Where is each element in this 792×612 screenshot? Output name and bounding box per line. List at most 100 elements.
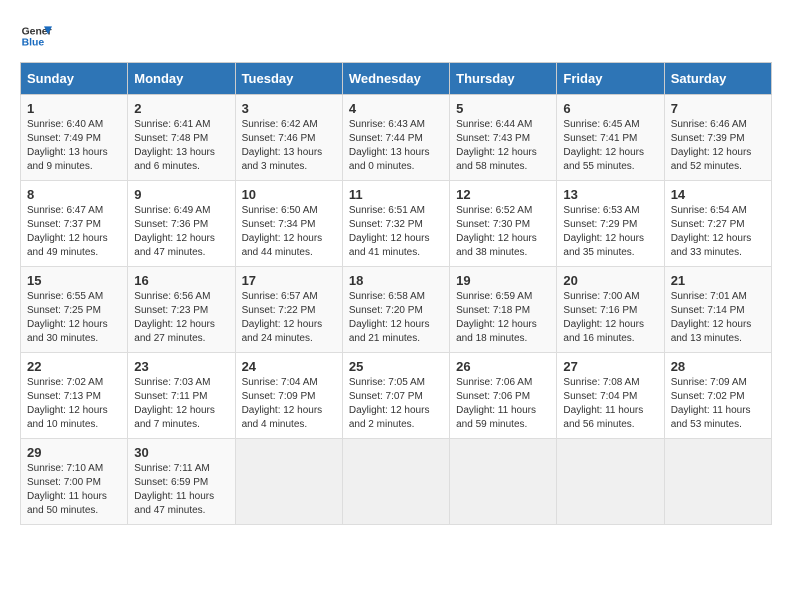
day-info: Sunrise: 6:59 AMSunset: 7:18 PMDaylight:… <box>456 290 550 346</box>
calendar-cell: 19 Sunrise: 6:59 AMSunset: 7:18 PMDayligh… <box>450 267 557 353</box>
day-number: 1 <box>27 101 121 116</box>
calendar-cell: 24 Sunrise: 7:04 AMSunset: 7:09 PMDayligh… <box>235 353 342 439</box>
logo-icon: General Blue <box>20 20 52 52</box>
day-info: Sunrise: 6:56 AMSunset: 7:23 PMDaylight:… <box>134 290 228 346</box>
day-info: Sunrise: 7:03 AMSunset: 7:11 PMDaylight:… <box>134 376 228 432</box>
calendar-cell: 15 Sunrise: 6:55 AMSunset: 7:25 PMDayligh… <box>21 267 128 353</box>
day-info: Sunrise: 6:40 AMSunset: 7:49 PMDaylight:… <box>27 118 121 174</box>
day-info: Sunrise: 6:41 AMSunset: 7:48 PMDaylight:… <box>134 118 228 174</box>
calendar-cell: 12 Sunrise: 6:52 AMSunset: 7:30 PMDayligh… <box>450 181 557 267</box>
day-number: 25 <box>349 359 443 374</box>
day-info: Sunrise: 7:00 AMSunset: 7:16 PMDaylight:… <box>563 290 657 346</box>
day-number: 9 <box>134 187 228 202</box>
calendar-cell: 4 Sunrise: 6:43 AMSunset: 7:44 PMDaylight… <box>342 95 449 181</box>
day-info: Sunrise: 6:47 AMSunset: 7:37 PMDaylight:… <box>27 204 121 260</box>
calendar-cell: 18 Sunrise: 6:58 AMSunset: 7:20 PMDayligh… <box>342 267 449 353</box>
calendar-cell <box>557 439 664 525</box>
day-number: 19 <box>456 273 550 288</box>
day-number: 20 <box>563 273 657 288</box>
day-number: 21 <box>671 273 765 288</box>
calendar-cell: 2 Sunrise: 6:41 AMSunset: 7:48 PMDaylight… <box>128 95 235 181</box>
calendar-cell: 16 Sunrise: 6:56 AMSunset: 7:23 PMDayligh… <box>128 267 235 353</box>
calendar-cell: 17 Sunrise: 6:57 AMSunset: 7:22 PMDayligh… <box>235 267 342 353</box>
calendar-cell <box>342 439 449 525</box>
calendar-cell: 26Sunrise: 7:06 AMSunset: 7:06 PMDayligh… <box>450 353 557 439</box>
day-number: 3 <box>242 101 336 116</box>
week-row-1: 1 Sunrise: 6:40 AMSunset: 7:49 PMDaylight… <box>21 95 772 181</box>
day-info: Sunrise: 6:55 AMSunset: 7:25 PMDaylight:… <box>27 290 121 346</box>
header-day-monday: Monday <box>128 63 235 95</box>
day-number: 28 <box>671 359 765 374</box>
calendar-cell <box>450 439 557 525</box>
calendar-cell: 25Sunrise: 7:05 AMSunset: 7:07 PMDayligh… <box>342 353 449 439</box>
calendar-cell: 23 Sunrise: 7:03 AMSunset: 7:11 PMDayligh… <box>128 353 235 439</box>
header-day-sunday: Sunday <box>21 63 128 95</box>
day-number: 15 <box>27 273 121 288</box>
day-info: Sunrise: 6:43 AMSunset: 7:44 PMDaylight:… <box>349 118 443 174</box>
day-number: 27 <box>563 359 657 374</box>
day-number: 18 <box>349 273 443 288</box>
calendar-cell: 28 Sunrise: 7:09 AMSunset: 7:02 PMDayligh… <box>664 353 771 439</box>
day-number: 23 <box>134 359 228 374</box>
header-day-wednesday: Wednesday <box>342 63 449 95</box>
day-number: 4 <box>349 101 443 116</box>
day-number: 30 <box>134 445 228 460</box>
day-number: 29 <box>27 445 121 460</box>
day-info: Sunrise: 6:54 AMSunset: 7:27 PMDaylight:… <box>671 204 765 260</box>
day-info: Sunrise: 6:53 AMSunset: 7:29 PMDaylight:… <box>563 204 657 260</box>
day-number: 7 <box>671 101 765 116</box>
day-info: Sunrise: 6:49 AMSunset: 7:36 PMDaylight:… <box>134 204 228 260</box>
calendar-cell: 8Sunrise: 6:47 AMSunset: 7:37 PMDaylight… <box>21 181 128 267</box>
calendar-cell: 13Sunrise: 6:53 AMSunset: 7:29 PMDayligh… <box>557 181 664 267</box>
day-number: 5 <box>456 101 550 116</box>
day-number: 26 <box>456 359 550 374</box>
calendar-cell: 29 Sunrise: 7:10 AMSunset: 7:00 PMDayligh… <box>21 439 128 525</box>
week-row-4: 22Sunrise: 7:02 AMSunset: 7:13 PMDayligh… <box>21 353 772 439</box>
calendar-cell: 6 Sunrise: 6:45 AMSunset: 7:41 PMDaylight… <box>557 95 664 181</box>
calendar-cell <box>664 439 771 525</box>
day-info: Sunrise: 7:11 AMSunset: 6:59 PMDaylight:… <box>134 462 228 518</box>
header-day-saturday: Saturday <box>664 63 771 95</box>
day-number: 24 <box>242 359 336 374</box>
calendar-cell <box>235 439 342 525</box>
day-info: Sunrise: 6:50 AMSunset: 7:34 PMDaylight:… <box>242 204 336 260</box>
day-info: Sunrise: 7:01 AMSunset: 7:14 PMDaylight:… <box>671 290 765 346</box>
day-number: 6 <box>563 101 657 116</box>
day-info: Sunrise: 6:51 AMSunset: 7:32 PMDaylight:… <box>349 204 443 260</box>
logo: General Blue <box>20 20 52 52</box>
page-header: General Blue <box>20 20 772 52</box>
day-info: Sunrise: 6:58 AMSunset: 7:20 PMDaylight:… <box>349 290 443 346</box>
week-row-5: 29 Sunrise: 7:10 AMSunset: 7:00 PMDayligh… <box>21 439 772 525</box>
day-number: 12 <box>456 187 550 202</box>
day-info: Sunrise: 6:52 AMSunset: 7:30 PMDaylight:… <box>456 204 550 260</box>
day-info: Sunrise: 6:44 AMSunset: 7:43 PMDaylight:… <box>456 118 550 174</box>
day-number: 14 <box>671 187 765 202</box>
day-info: Sunrise: 6:45 AMSunset: 7:41 PMDaylight:… <box>563 118 657 174</box>
day-info: Sunrise: 7:04 AMSunset: 7:09 PMDaylight:… <box>242 376 336 432</box>
day-info: Sunrise: 7:09 AMSunset: 7:02 PMDaylight:… <box>671 376 765 432</box>
day-number: 17 <box>242 273 336 288</box>
calendar-cell: 9 Sunrise: 6:49 AMSunset: 7:36 PMDaylight… <box>128 181 235 267</box>
calendar-cell: 14 Sunrise: 6:54 AMSunset: 7:27 PMDayligh… <box>664 181 771 267</box>
svg-text:Blue: Blue <box>22 38 45 49</box>
day-info: Sunrise: 7:10 AMSunset: 7:00 PMDaylight:… <box>27 462 121 518</box>
calendar-cell: 11Sunrise: 6:51 AMSunset: 7:32 PMDayligh… <box>342 181 449 267</box>
header-day-friday: Friday <box>557 63 664 95</box>
day-info: Sunrise: 6:57 AMSunset: 7:22 PMDaylight:… <box>242 290 336 346</box>
day-number: 10 <box>242 187 336 202</box>
week-row-2: 8Sunrise: 6:47 AMSunset: 7:37 PMDaylight… <box>21 181 772 267</box>
calendar-cell: 27Sunrise: 7:08 AMSunset: 7:04 PMDayligh… <box>557 353 664 439</box>
calendar-cell: 5 Sunrise: 6:44 AMSunset: 7:43 PMDaylight… <box>450 95 557 181</box>
day-number: 2 <box>134 101 228 116</box>
calendar-cell: 20 Sunrise: 7:00 AMSunset: 7:16 PMDayligh… <box>557 267 664 353</box>
calendar-cell: 10 Sunrise: 6:50 AMSunset: 7:34 PMDayligh… <box>235 181 342 267</box>
day-info: Sunrise: 6:46 AMSunset: 7:39 PMDaylight:… <box>671 118 765 174</box>
header-row: SundayMondayTuesdayWednesdayThursdayFrid… <box>21 63 772 95</box>
calendar-cell: 21 Sunrise: 7:01 AMSunset: 7:14 PMDayligh… <box>664 267 771 353</box>
calendar-cell: 30 Sunrise: 7:11 AMSunset: 6:59 PMDayligh… <box>128 439 235 525</box>
calendar-cell: 22Sunrise: 7:02 AMSunset: 7:13 PMDayligh… <box>21 353 128 439</box>
day-number: 16 <box>134 273 228 288</box>
day-info: Sunrise: 7:02 AMSunset: 7:13 PMDaylight:… <box>27 376 121 432</box>
header-day-thursday: Thursday <box>450 63 557 95</box>
calendar-cell: 3Sunrise: 6:42 AMSunset: 7:46 PMDaylight… <box>235 95 342 181</box>
